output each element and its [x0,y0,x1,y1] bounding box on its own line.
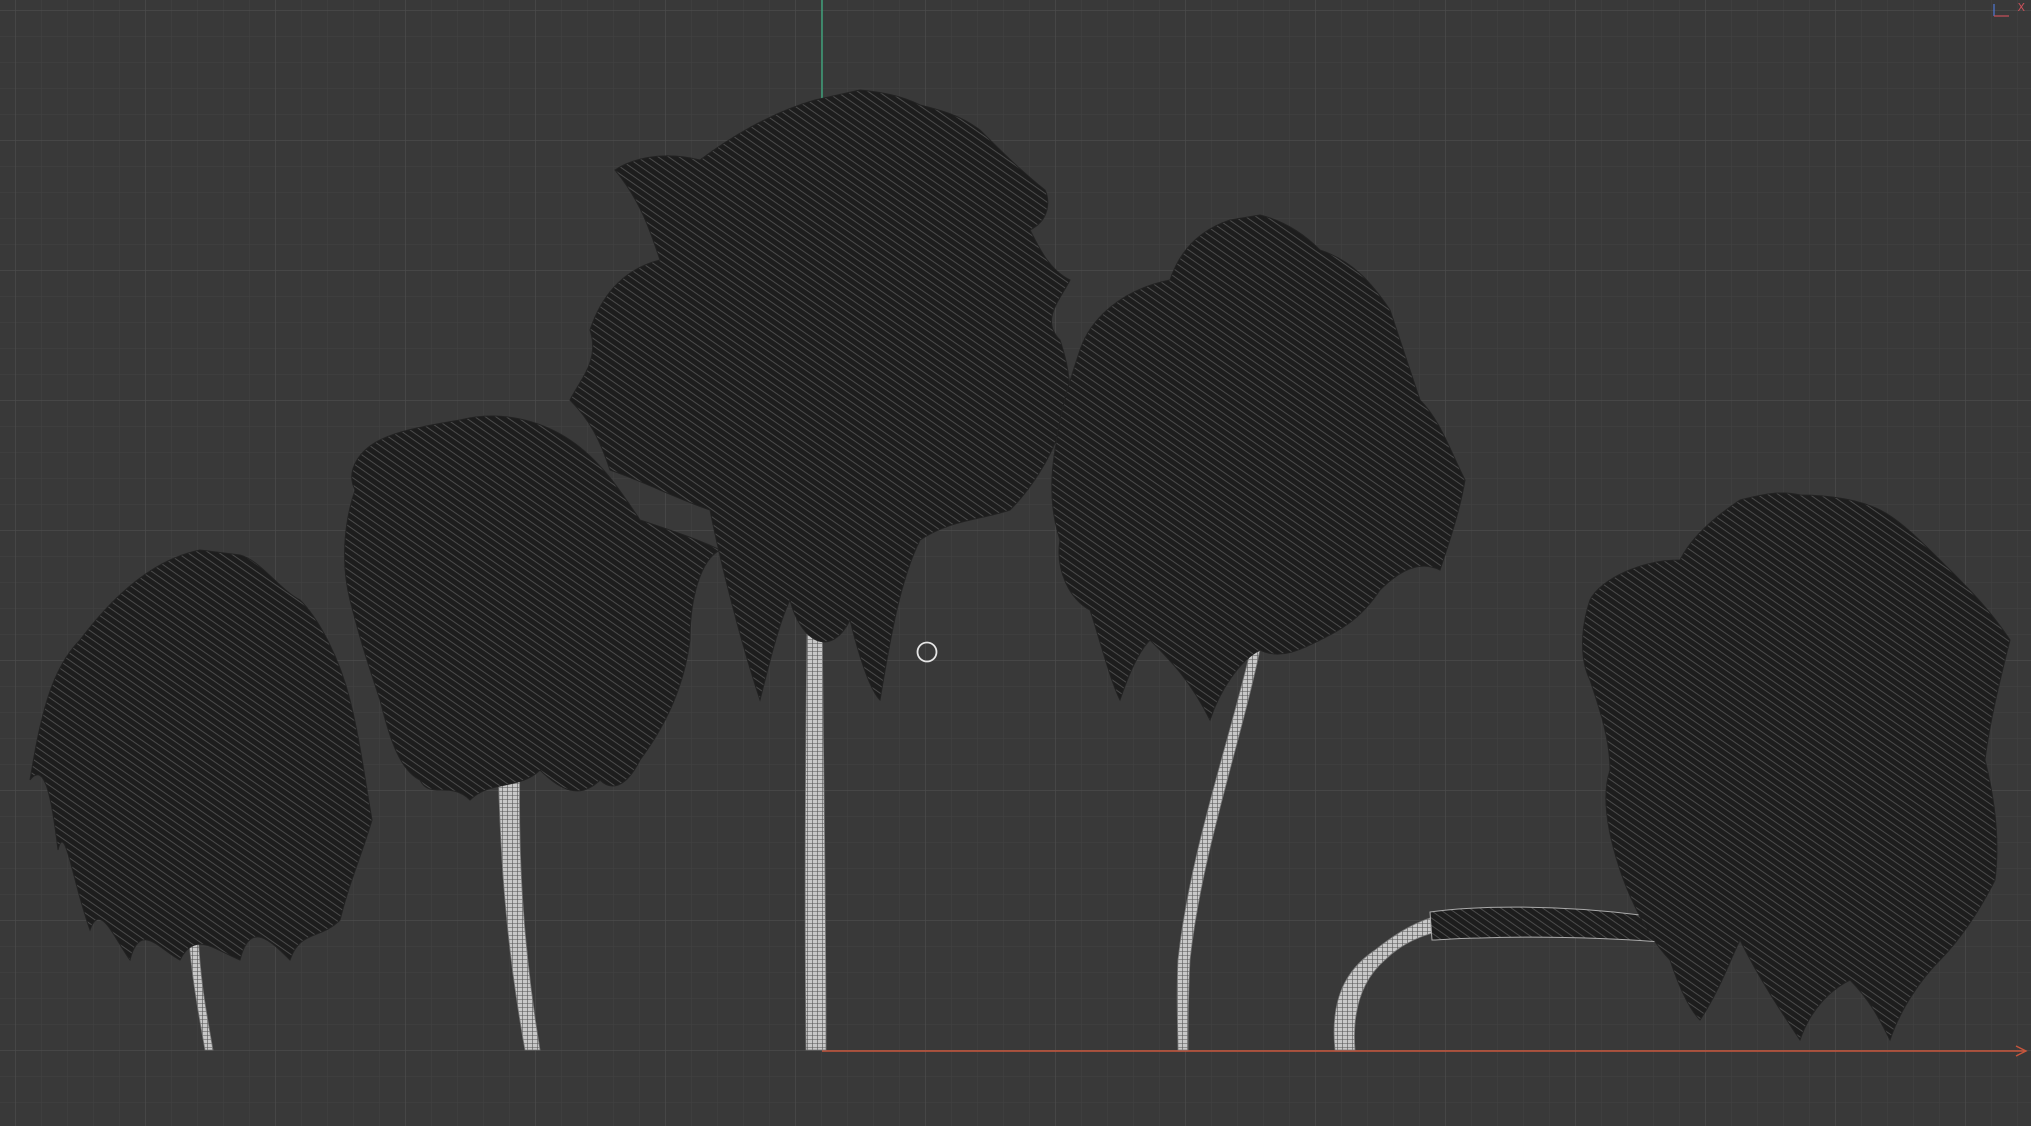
viewport-canvas[interactable] [0,0,2031,1126]
3d-viewport[interactable]: X [0,0,2031,1126]
gizmo-x-label: X [2017,1,2025,14]
